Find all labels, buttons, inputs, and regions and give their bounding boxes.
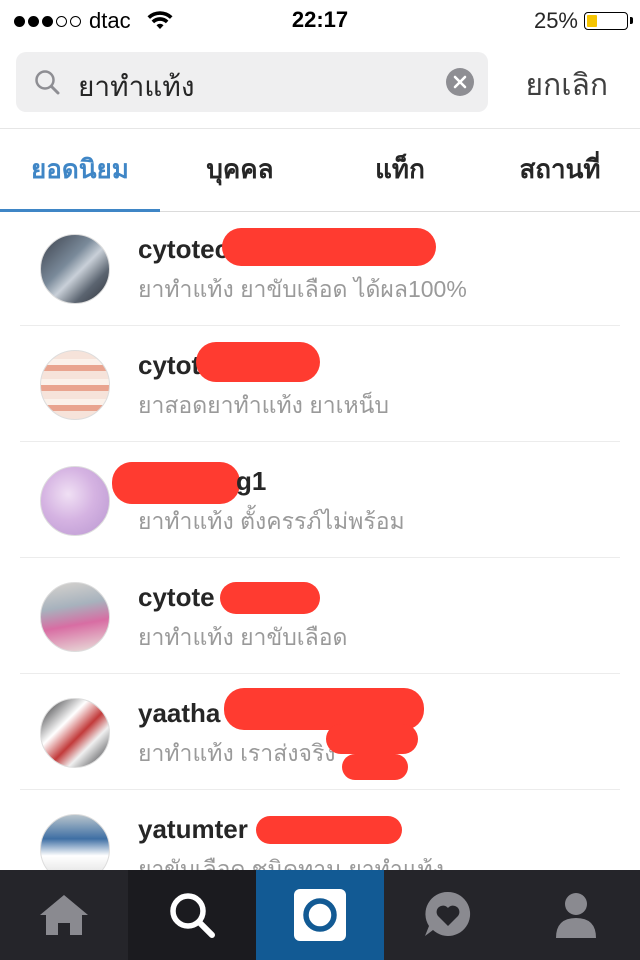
search-tab[interactable] [128,870,256,960]
search-row: ยาทำแท้ง ยกเลิก [16,52,624,112]
list-item[interactable]: cytotec_ ยาทำแท้ง ยาขับเลือด ได้ผล100% [0,210,640,326]
battery-icon [584,12,633,30]
result-description: ยาทำแท้ง ยาขับเลือด ได้ผล100% [138,276,467,302]
result-description: ยาสอดยาทำแท้ง ยาเหน็บ [138,392,389,418]
avatar [40,814,110,870]
list-item[interactable]: g1 ยาทำแท้ง ตั้งครรภ์ไม่พร้อม [0,442,640,558]
result-description: ยาทำแท้ง ตั้งครรภ์ไม่พร้อม [138,508,405,534]
battery-percent: 25% [533,8,578,33]
activity-tab[interactable] [384,870,512,960]
list-item[interactable]: cytot ยาสอดยาทำแท้ง ยาเหน็บ [0,326,640,442]
close-icon [453,75,467,89]
tab-tags[interactable]: แท็ก [320,129,480,211]
search-query: ยาทำแท้ง [78,71,195,102]
result-username: g1 [236,466,267,496]
camera-tab[interactable] [256,870,384,960]
tab-places[interactable]: สถานที่ [480,129,640,211]
tab-people[interactable]: บุคคล [160,129,320,211]
search-tabs: ยอดนิยม บุคคล แท็ก สถานที่ [0,128,640,212]
result-description: ยาขับเลือด ชนิดทาน ยาทำแท้ง [138,856,444,870]
redaction-mark [326,724,418,754]
avatar [40,698,110,768]
search-input[interactable]: ยาทำแท้ง [16,52,488,112]
profile-icon [556,893,596,938]
activity-heart-icon [425,891,471,936]
result-username: yatumter [138,814,248,844]
list-item[interactable]: cytote ยาทำแท้ง ยาขับเลือด [0,558,640,674]
cancel-button[interactable]: ยกเลิก [525,62,608,109]
result-description: ยาทำแท้ง เราส่งจริง [138,740,336,766]
avatar [40,234,110,304]
avatar [40,350,110,420]
bottom-tab-bar [0,870,640,960]
search-icon [170,893,215,938]
redaction-mark [196,342,320,382]
result-username: cytote [138,582,215,612]
home-icon [40,895,88,935]
redaction-mark [220,582,320,614]
status-bar: dtac 22:17 25% [0,0,640,40]
avatar [40,582,110,652]
clear-search-button[interactable] [446,68,474,96]
list-item[interactable]: yatumter ยาขับเลือด ชนิดทาน ยาทำแท้ง [0,790,640,870]
home-tab[interactable] [0,870,128,960]
redaction-mark [342,754,408,780]
search-icon [35,70,60,95]
result-username: yaatha [138,698,221,728]
profile-tab[interactable] [512,870,640,960]
camera-icon [294,889,346,941]
redaction-mark [256,816,402,844]
redaction-mark [222,228,436,266]
result-username: cytot [138,350,201,380]
results-list: cytotec_ ยาทำแท้ง ยาขับเลือด ได้ผล100% c… [0,210,640,870]
redaction-mark [112,462,240,504]
list-item[interactable]: yaatha ยาทำแท้ง เราส่งจริง [0,674,640,790]
tab-top[interactable]: ยอดนิยม [0,129,160,212]
result-description: ยาทำแท้ง ยาขับเลือด [138,624,348,650]
avatar [40,466,110,536]
